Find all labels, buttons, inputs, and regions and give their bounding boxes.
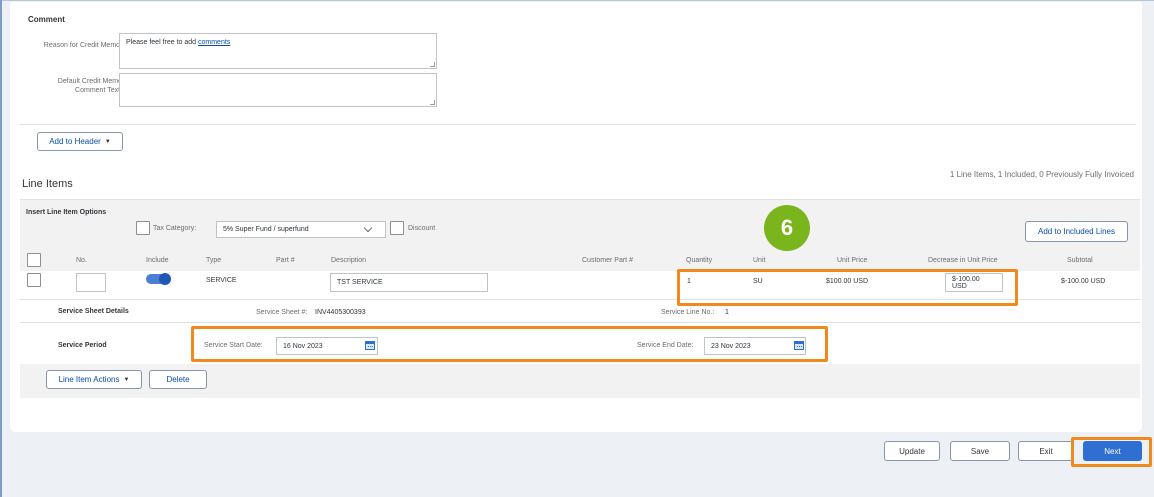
exit-button[interactable]: Exit xyxy=(1018,441,1074,461)
description-field[interactable]: TST SERVICE xyxy=(330,273,488,292)
col-header-customer-part: Customer Part # xyxy=(582,257,633,264)
main-card: Comment Reason for Credit Memo: Please f… xyxy=(10,2,1142,432)
include-toggle[interactable] xyxy=(146,273,171,285)
col-header-include: Include xyxy=(146,257,169,264)
divider xyxy=(20,322,1140,323)
window-left-border xyxy=(0,0,2,497)
default-comment-label: Default Credit Memo Comment Text: xyxy=(20,77,122,95)
highlight-box-service-period xyxy=(191,326,828,362)
add-to-included-lines-label: Add to Included Lines xyxy=(1038,227,1115,236)
col-header-type: Type xyxy=(206,257,222,264)
reason-for-credit-memo-textarea[interactable]: Please feel free to add comments xyxy=(119,33,437,69)
add-to-header-label: Add to Header xyxy=(49,137,101,146)
caret-down-icon: ▼ xyxy=(104,138,111,145)
reason-for-credit-memo-label: Reason for Credit Memo: xyxy=(43,42,122,49)
tax-category-select[interactable]: 5% Super Fund / superfund xyxy=(216,221,386,238)
step-number-badge: 6 xyxy=(764,205,810,251)
resize-handle-icon[interactable] xyxy=(430,62,435,67)
save-button[interactable]: Save xyxy=(950,441,1010,461)
service-line-number-label: Service Line No.: xyxy=(661,309,715,316)
description-value: TST SERVICE xyxy=(337,279,383,286)
reason-text-prefix: Please feel free to add xyxy=(126,39,198,46)
tax-category-checkbox[interactable] xyxy=(136,221,150,235)
divider xyxy=(20,124,1136,125)
update-label: Update xyxy=(899,446,925,456)
service-line-number-value: 1 xyxy=(725,309,729,316)
insert-line-item-options-label: Insert Line Item Options xyxy=(26,209,107,216)
service-period-label: Service Period xyxy=(58,342,107,349)
window-top-border xyxy=(0,0,1154,1)
delete-button[interactable]: Delete xyxy=(149,370,207,389)
delete-label: Delete xyxy=(166,375,190,384)
default-comment-label-line1: Default Credit Memo xyxy=(57,78,122,85)
col-header-unit: Unit xyxy=(753,257,766,264)
service-sheet-number-label: Service Sheet #: xyxy=(256,309,308,316)
update-button[interactable]: Update xyxy=(884,441,940,461)
line-item-actions-label: Line Item Actions xyxy=(58,375,120,384)
line-item-actions-button[interactable]: Line Item Actions ▼ xyxy=(46,370,142,389)
col-header-decrease-in-unit-price: Decrease in Unit Price xyxy=(928,257,998,264)
service-sheet-details-label: Service Sheet Details xyxy=(58,308,129,315)
line-number-field[interactable] xyxy=(76,273,106,292)
highlight-box-next xyxy=(1071,437,1152,467)
divider xyxy=(20,199,1140,200)
resize-handle-icon[interactable] xyxy=(430,100,435,105)
add-to-header-button[interactable]: Add to Header ▼ xyxy=(37,132,123,151)
tax-category-value: 5% Super Fund / superfund xyxy=(223,226,309,233)
default-comment-textarea[interactable] xyxy=(119,73,437,107)
col-header-part: Part # xyxy=(276,257,295,264)
discount-checkbox[interactable] xyxy=(390,221,404,235)
caret-down-icon: ▼ xyxy=(123,376,130,383)
discount-label: Discount xyxy=(408,225,436,232)
row-select-checkbox[interactable] xyxy=(27,273,41,287)
col-header-no: No. xyxy=(76,257,87,264)
service-sheet-number-value: INV4405300393 xyxy=(315,309,366,316)
col-header-subtotal: Subtotal xyxy=(1067,257,1093,264)
col-header-unit-price: Unit Price xyxy=(837,257,868,264)
row-type: SERVICE xyxy=(206,277,237,284)
save-label: Save xyxy=(970,446,990,456)
exit-label: Exit xyxy=(1039,446,1053,456)
row-subtotal: $-100.00 USD xyxy=(1061,278,1106,285)
default-comment-label-line2: Comment Text: xyxy=(75,87,122,94)
select-all-checkbox[interactable] xyxy=(27,253,41,267)
col-header-description: Description xyxy=(331,257,367,264)
add-to-included-lines-button[interactable]: Add to Included Lines xyxy=(1025,221,1128,242)
tax-category-label: Tax Category: xyxy=(153,225,197,232)
line-items-title: Line Items xyxy=(22,178,73,190)
comment-section-title: Comment xyxy=(28,15,65,24)
comments-link[interactable]: comments xyxy=(198,39,230,46)
line-items-summary: 1 Line Items, 1 Included, 0 Previously F… xyxy=(949,170,1134,179)
col-header-quantity: Quantity xyxy=(686,257,713,264)
highlight-box-line-price xyxy=(677,269,1018,306)
toggle-knob xyxy=(159,273,171,285)
